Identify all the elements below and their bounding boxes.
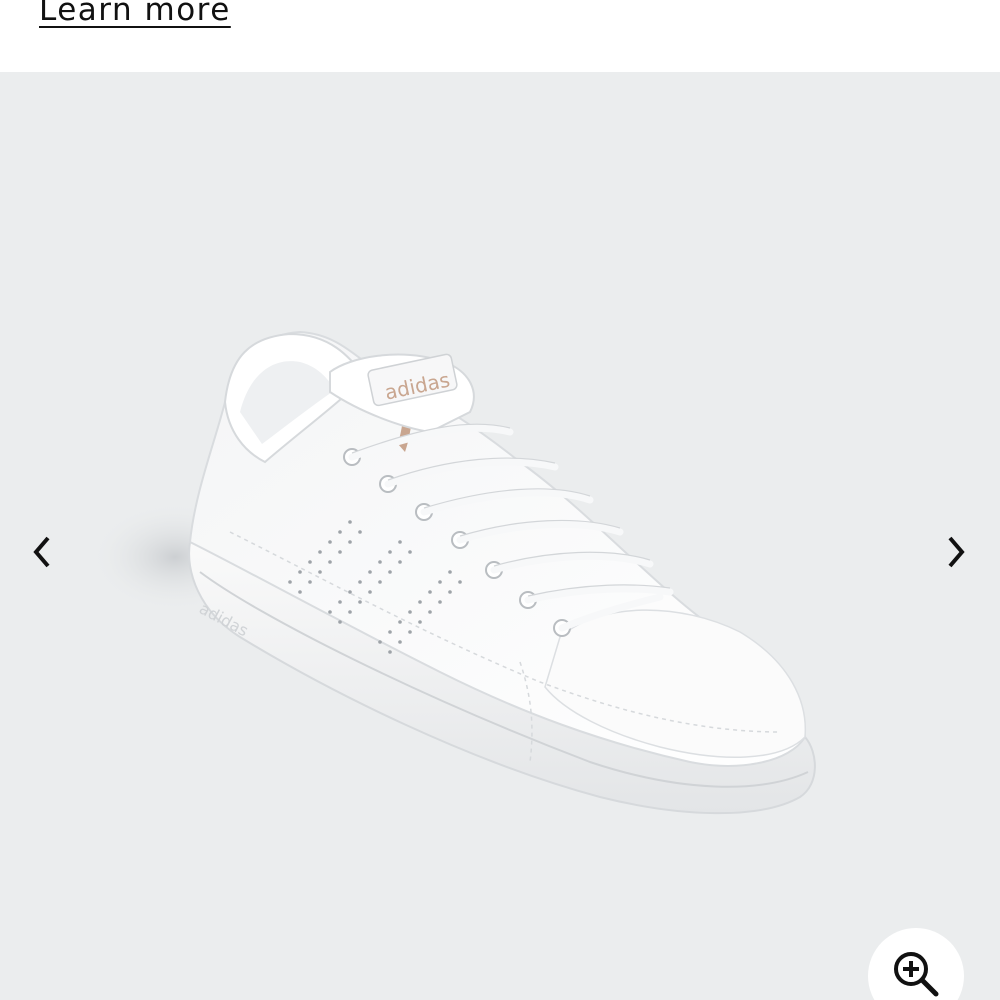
chevron-right-icon	[948, 536, 965, 568]
learn-more-link[interactable]: Learn more	[39, 0, 231, 34]
next-image-button[interactable]	[936, 528, 976, 576]
zoom-in-icon	[894, 952, 939, 997]
top-bar: Learn more	[0, 0, 1000, 72]
previous-image-button[interactable]	[22, 528, 62, 576]
product-image: adidas adidas	[90, 330, 816, 815]
product-image-gallery: adidas adidas	[0, 72, 1000, 1000]
chevron-left-icon	[33, 536, 50, 568]
